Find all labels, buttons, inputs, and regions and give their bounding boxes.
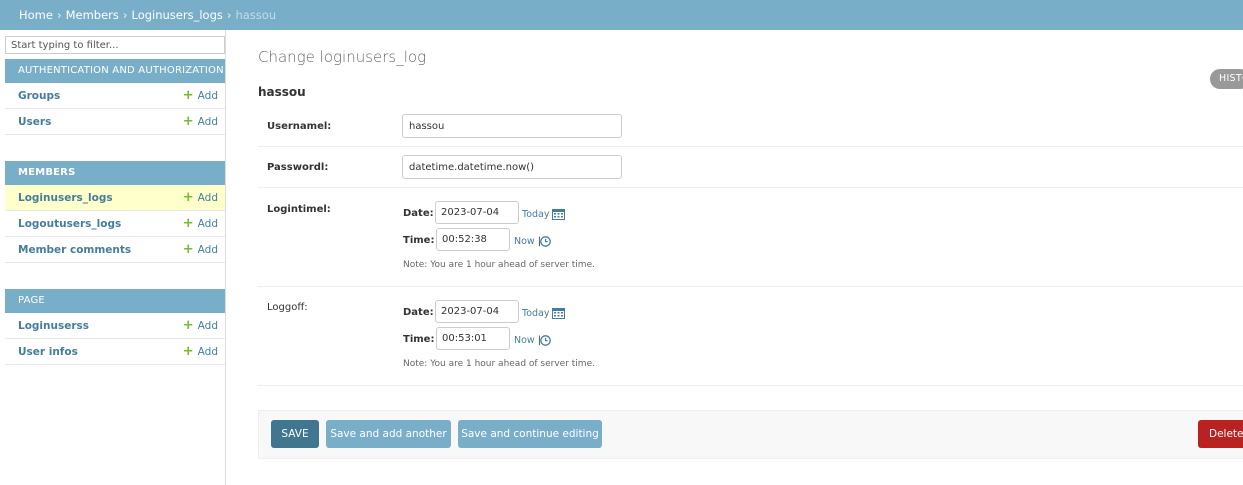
submit-row: SAVE Save and add another Save and conti… <box>258 410 1243 459</box>
loggoff-now-link[interactable]: Now | <box>514 335 541 346</box>
add-plus-icon: + <box>182 242 194 257</box>
form-row-username: Usernamel: <box>258 106 1243 147</box>
sidebar-filter-input[interactable] <box>5 36 225 54</box>
logintime-time-label: Time: <box>403 235 435 246</box>
add-plus-icon: + <box>182 318 194 333</box>
loggoff-date-label: Date: <box>403 307 434 318</box>
sidebar-item-link[interactable]: Logoutusers_logs <box>18 218 121 230</box>
save-button[interactable]: SAVE <box>271 420 319 448</box>
logintime-now-link[interactable]: Now | <box>514 236 541 247</box>
username-input[interactable] <box>402 114 622 138</box>
add-link[interactable]: + Add <box>182 242 218 257</box>
password-input[interactable] <box>402 155 622 179</box>
sidebar-item-link[interactable]: Loginuserss <box>18 320 89 332</box>
password-label: Passwordl: <box>267 162 329 173</box>
breadcrumb-members[interactable]: Members <box>66 8 119 22</box>
add-link[interactable]: + Add <box>182 344 218 359</box>
breadcrumb-separator: › <box>122 8 128 22</box>
add-link[interactable]: + Add <box>182 190 218 205</box>
module-header-auth[interactable]: AUTHENTICATION AND AUTHORIZATION <box>5 59 225 83</box>
sidebar-item-user-infos: User infos + Add <box>5 339 225 365</box>
add-link[interactable]: + Add <box>182 216 218 231</box>
loggoff-date-input[interactable] <box>435 300 519 323</box>
clock-icon[interactable] <box>540 236 551 250</box>
breadcrumb-model[interactable]: Loginusers_logs <box>131 8 222 22</box>
breadcrumb-separator: › <box>56 8 62 22</box>
loggoff-label: Loggoff: <box>267 302 308 313</box>
sidebar-item-loginuserss: Loginuserss + Add <box>5 313 225 339</box>
now-link-label: Now <box>514 236 535 247</box>
sidebar-item-link[interactable]: Member comments <box>18 244 131 256</box>
today-link-label: Today <box>522 209 550 220</box>
module-members: MEMBERS Loginusers_logs + Add Logoutusers… <box>5 161 225 263</box>
today-link-label: Today <box>522 308 550 319</box>
logintime-date-input[interactable] <box>435 201 519 224</box>
sidebar-item-groups: Groups + Add <box>5 83 225 109</box>
add-plus-icon: + <box>182 190 194 205</box>
sidebar-item-member-comments: Member comments + Add <box>5 237 225 263</box>
page-title: Change loginusers_log <box>258 48 427 66</box>
delete-button[interactable]: Delete <box>1198 420 1243 448</box>
object-name: hassou <box>258 85 306 99</box>
now-link-label: Now <box>514 335 535 346</box>
add-label: Add <box>197 90 218 102</box>
logintime-timezone-note: Note: You are 1 hour ahead of server tim… <box>403 260 595 270</box>
sidebar-item-loginusers-logs: Loginusers_logs + Add <box>5 185 225 211</box>
module-header-page[interactable]: PAGE <box>5 289 225 313</box>
sidebar-item-link[interactable]: User infos <box>18 346 78 358</box>
form-row-logintime: Logintimel: Date: Today| Time: Now| Note… <box>258 188 1243 287</box>
logintime-time-input[interactable] <box>436 228 510 251</box>
sidebar-item-link[interactable]: Groups <box>18 90 60 102</box>
sidebar-item-users: Users + Add <box>5 109 225 135</box>
logintime-today-link[interactable]: Today| <box>522 209 556 220</box>
sidebar-item-link[interactable]: Loginusers_logs <box>18 192 113 204</box>
sidebar-item-logoutusers-logs: Logoutusers_logs + Add <box>5 211 225 237</box>
breadcrumb: Home › Members › Loginusers_logs › hassou <box>0 0 1243 30</box>
breadcrumb-separator: › <box>226 8 232 22</box>
username-label: Usernamel: <box>267 121 332 132</box>
breadcrumb-home[interactable]: Home <box>19 8 53 22</box>
save-and-continue-button[interactable]: Save and continue editing <box>458 420 602 448</box>
sidebar-nav: AUTHENTICATION AND AUTHORIZATION Groups … <box>0 30 226 485</box>
add-plus-icon: + <box>182 88 194 103</box>
form-row-loggoff: Loggoff: Date: Today| Time: Now| Note: Y… <box>258 287 1243 386</box>
add-label: Add <box>197 346 218 358</box>
add-plus-icon: + <box>182 114 194 129</box>
add-plus-icon: + <box>182 344 194 359</box>
loggoff-timezone-note: Note: You are 1 hour ahead of server tim… <box>403 359 595 369</box>
add-label: Add <box>197 192 218 204</box>
calendar-icon[interactable] <box>552 307 565 322</box>
calendar-icon[interactable] <box>552 208 565 223</box>
add-link[interactable]: + Add <box>182 88 218 103</box>
add-link[interactable]: + Add <box>182 318 218 333</box>
form-row-password: Passwordl: <box>258 147 1243 188</box>
module-auth: AUTHENTICATION AND AUTHORIZATION Groups … <box>5 59 225 135</box>
clock-icon[interactable] <box>540 335 551 349</box>
add-link[interactable]: + Add <box>182 114 218 129</box>
loggoff-today-link[interactable]: Today| <box>522 308 556 319</box>
add-label: Add <box>197 320 218 332</box>
loggoff-time-label: Time: <box>403 334 435 345</box>
add-label: Add <box>197 244 218 256</box>
save-and-add-another-button[interactable]: Save and add another <box>326 420 451 448</box>
sidebar-item-link[interactable]: Users <box>18 116 51 128</box>
loggoff-time-input[interactable] <box>436 327 510 350</box>
module-header-members[interactable]: MEMBERS <box>5 161 225 185</box>
add-label: Add <box>197 116 218 128</box>
logintime-date-label: Date: <box>403 208 434 219</box>
add-plus-icon: + <box>182 216 194 231</box>
module-page: PAGE Loginuserss + Add User infos + Add <box>5 289 225 365</box>
add-label: Add <box>197 218 218 230</box>
history-button[interactable]: HISTO <box>1210 69 1243 89</box>
logintime-label: Logintimel: <box>267 204 331 215</box>
breadcrumb-current: hassou <box>235 8 277 22</box>
